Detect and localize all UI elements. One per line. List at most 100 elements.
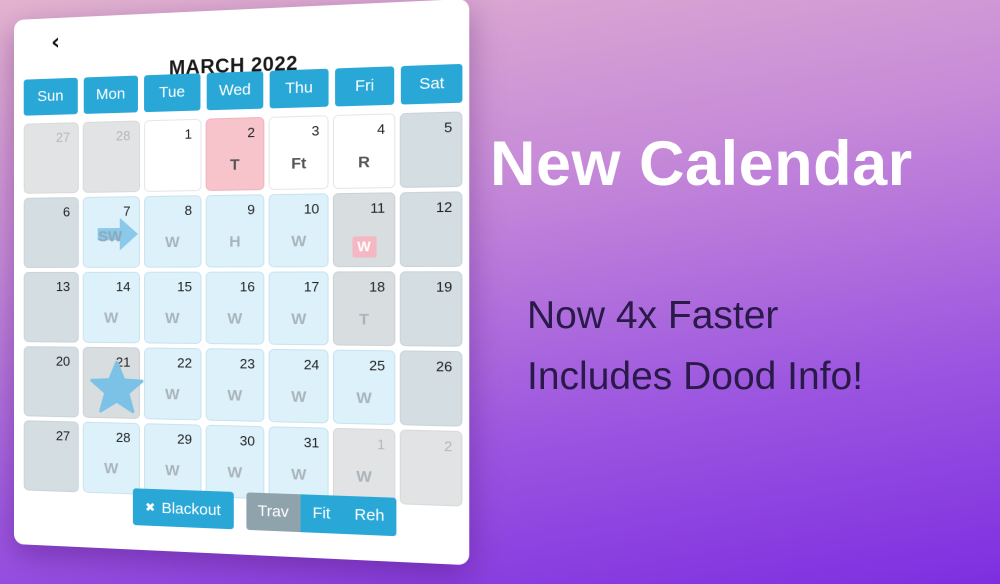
day-cell[interactable]: 31 W	[268, 426, 330, 502]
day-cell[interactable]: 20	[23, 346, 80, 418]
blackout-button[interactable]: ✖ Blackout	[132, 488, 234, 530]
day-cell[interactable]: 4R	[333, 113, 395, 189]
day-cell[interactable]: 28	[83, 120, 140, 193]
day-cell[interactable]: 30 W	[205, 424, 265, 500]
day-number: 4	[377, 121, 386, 138]
day-number: 30	[239, 432, 255, 449]
day-number: 15	[177, 278, 193, 295]
weekday-wed: Wed	[206, 71, 264, 111]
day-cell[interactable]: 27	[23, 122, 80, 194]
close-icon: ✖	[145, 499, 156, 515]
prev-month-button[interactable]: ‹	[51, 30, 60, 56]
day-code: W	[291, 232, 307, 251]
day-code: R	[358, 153, 370, 172]
day-cell[interactable]: 25 W	[333, 349, 395, 426]
day-number: 27	[55, 428, 71, 444]
day-number: 13	[55, 278, 71, 295]
day-cell[interactable]: 19	[399, 271, 463, 347]
day-cell[interactable]: 26	[399, 350, 463, 427]
day-grid: 27 28 1 2 T 3 Ft 4 R 5 6 7 SW 8 W 9 H 10 W 11 W 12 13 14 W 15 W 16 W…	[23, 111, 463, 507]
day-cell[interactable]: 21	[83, 346, 140, 419]
day-cell[interactable]: 12	[399, 191, 463, 268]
day-number: 29	[177, 431, 193, 448]
day-code: W	[165, 309, 180, 328]
day-cell[interactable]: 5	[399, 111, 463, 188]
toggle-reh[interactable]: Reh	[342, 495, 397, 537]
day-cell[interactable]: 23 W	[205, 348, 265, 422]
day-cell[interactable]: 14 W	[83, 271, 140, 344]
day-cell[interactable]: 1	[143, 118, 202, 192]
weekday-thu: Thu	[269, 68, 329, 109]
star-icon	[90, 360, 144, 414]
toggle-fit[interactable]: Fit	[300, 494, 343, 534]
day-number: 17	[303, 278, 320, 295]
toggle-trav[interactable]: Trav	[245, 492, 301, 533]
day-number: 6	[62, 204, 71, 220]
day-cell[interactable]: 16 W	[205, 271, 265, 345]
day-code: W	[165, 233, 180, 252]
day-cell[interactable]: 2	[399, 429, 463, 507]
day-code: W	[227, 310, 243, 328]
day-code: W	[356, 467, 372, 487]
day-number: 1	[184, 126, 193, 142]
day-code: W	[291, 310, 307, 329]
day-code: W	[104, 459, 119, 478]
day-number: 12	[435, 198, 453, 216]
day-cell[interactable]: 6	[23, 197, 80, 268]
day-cell[interactable]: 27	[23, 420, 80, 493]
day-number: 25	[369, 357, 386, 374]
day-code: SW	[97, 227, 123, 246]
day-number: 28	[115, 429, 131, 446]
day-cell[interactable]: 22 W	[143, 347, 202, 421]
day-number: 14	[115, 278, 131, 295]
category-toggle: Trav Fit Reh	[245, 492, 397, 537]
day-code: H	[229, 233, 241, 251]
day-number: 19	[435, 278, 453, 295]
day-cell[interactable]: 17 W	[268, 271, 330, 346]
day-code: W	[227, 386, 243, 405]
day-cell[interactable]: 18 T	[333, 271, 395, 347]
day-cell[interactable]: 7 SW	[83, 196, 140, 268]
day-cell[interactable]: 2T	[205, 116, 265, 191]
day-number: 3	[311, 122, 320, 139]
day-number: 27	[55, 129, 71, 145]
day-number: 5	[444, 119, 453, 136]
day-cell[interactable]: 29 W	[143, 423, 202, 497]
day-cell[interactable]: 3 Ft	[268, 115, 330, 191]
day-number: 26	[435, 358, 453, 375]
day-code: Ft	[291, 154, 307, 173]
day-number: 8	[184, 202, 193, 219]
weekday-tue: Tue	[144, 73, 201, 113]
day-cell[interactable]: 1W	[333, 427, 395, 505]
day-number: 20	[55, 353, 71, 369]
promo-line-1: Now 4x Faster	[527, 294, 779, 337]
day-code: T	[230, 156, 240, 174]
day-code: W	[227, 463, 243, 482]
day-number: 31	[303, 434, 320, 451]
day-cell[interactable]: 24 W	[268, 348, 330, 424]
day-code: W	[356, 389, 372, 408]
day-number: 9	[247, 201, 255, 218]
weekday-sun: Sun	[23, 77, 78, 116]
weekday-sat: Sat	[401, 63, 463, 105]
day-cell[interactable]: 9H	[205, 194, 265, 268]
weekday-mon: Mon	[83, 75, 139, 114]
calendar-widget: ‹ MARCH 2022 › Sun Mon Tue Wed Thu Fri S…	[14, 0, 470, 566]
day-number: 11	[370, 199, 386, 217]
blackout-label: Blackout	[161, 499, 221, 519]
day-number: 22	[177, 355, 193, 371]
day-number: 28	[115, 127, 131, 144]
day-cell[interactable]: 13	[23, 271, 80, 343]
day-cell[interactable]: 10 W	[268, 193, 330, 268]
day-code: W	[104, 309, 119, 327]
day-cell[interactable]: 8W	[143, 195, 202, 268]
day-code: W	[291, 387, 307, 407]
weekday-fri: Fri	[334, 66, 395, 107]
day-cell[interactable]: 11 W	[333, 192, 395, 268]
day-code: W	[351, 236, 377, 258]
day-code: T	[358, 310, 370, 329]
day-number: 24	[303, 356, 320, 373]
day-cell[interactable]: 15 W	[143, 271, 202, 345]
day-number: 18	[369, 278, 386, 295]
day-cell[interactable]: 28 W	[83, 421, 140, 495]
